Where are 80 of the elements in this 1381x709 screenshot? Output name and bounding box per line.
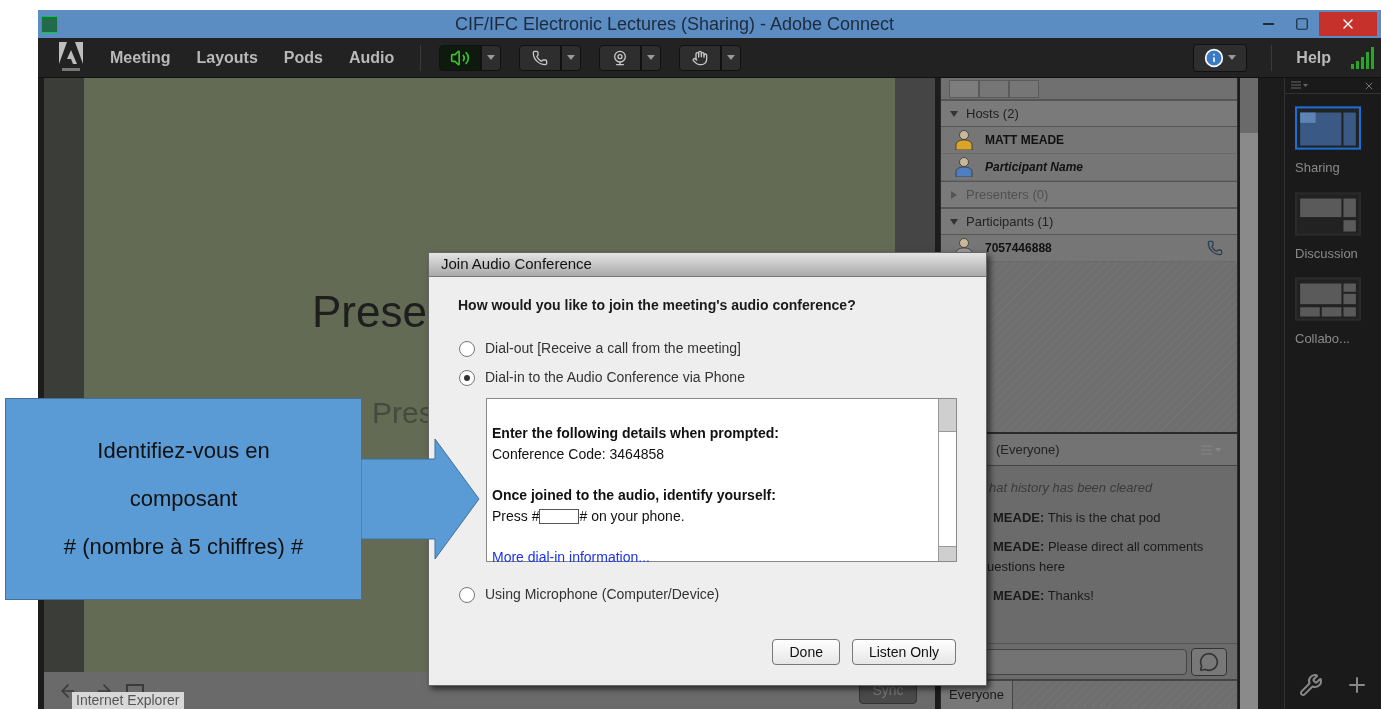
details-heading: Once joined to the audio, identify yourself: (492, 486, 777, 505)
scrollbar[interactable] (1240, 78, 1258, 709)
caret-icon (727, 55, 736, 60)
chat-message: MEADE: Please direct all comments (992, 538, 1205, 556)
callout-text: composant (129, 485, 238, 513)
info-button[interactable] (1193, 43, 1248, 72)
chat-input[interactable] (985, 648, 1187, 675)
dialog-button[interactable]: Listen Only (851, 639, 956, 665)
caret-icon (567, 55, 576, 60)
dialog-button[interactable]: Done (772, 639, 840, 665)
layout-label[interactable]: Collabo... (1295, 329, 1381, 349)
dropdown-button[interactable] (721, 44, 742, 71)
signal-icon (1351, 46, 1375, 69)
layout-thumbnail[interactable] (1295, 191, 1361, 236)
group-header[interactable]: Participants (1) (941, 208, 1237, 235)
collapsed-triangle-icon (950, 190, 958, 199)
menu-item[interactable]: Audio (348, 45, 395, 70)
chat-message: MEADE: This is the chat pod (992, 508, 1162, 527)
layout-label[interactable]: Discussion (1295, 243, 1381, 263)
scrollbar[interactable] (938, 399, 956, 561)
minimize-icon (1262, 23, 1274, 25)
chat-title: (Everyone) (996, 440, 1061, 459)
dropdown-button[interactable] (561, 44, 582, 71)
radio-option[interactable]: Dial-out [Receive a call from the meeting] (459, 338, 986, 359)
app-icon (41, 15, 58, 33)
press-instruction: # on your phone. (579, 507, 685, 526)
maximize-icon (1295, 17, 1309, 31)
person-icon (955, 130, 973, 150)
conference-code: Conference Code: 3464858 (492, 445, 666, 464)
dropdown-button[interactable] (641, 44, 662, 71)
help-link[interactable]: Help (1296, 45, 1331, 70)
tooltip: Internet Explorer (72, 692, 184, 709)
expanded-triangle-icon (950, 217, 958, 226)
menu-item[interactable]: Meeting (110, 45, 171, 70)
attendee-row[interactable]: Participant Name (941, 154, 1237, 181)
dropdown-button[interactable] (481, 44, 502, 71)
toolbar-button[interactable] (519, 44, 562, 71)
phone-icon (532, 49, 549, 66)
attendee-row[interactable]: MATT MEADE (941, 127, 1237, 154)
close-button[interactable] (1319, 12, 1377, 36)
speech-bubble-icon (1199, 651, 1219, 672)
toolbar-button[interactable] (599, 44, 642, 71)
layout-thumbnail[interactable] (1295, 277, 1361, 321)
raised-hand-icon (692, 49, 709, 66)
layout-thumbnail[interactable] (1295, 106, 1361, 150)
tools-icon[interactable] (1299, 673, 1323, 697)
callout-text: Identifiez-vous en (97, 437, 270, 465)
details-heading: Enter the following details when prompted: (492, 424, 780, 443)
menu-icon[interactable] (1291, 81, 1309, 90)
radio-option[interactable]: Dial-in to the Audio Conference via Phone (459, 367, 986, 388)
person-icon (955, 157, 973, 177)
send-button[interactable] (1191, 647, 1227, 676)
webcam-icon (612, 49, 629, 66)
radio-button[interactable] (459, 369, 475, 386)
expanded-triangle-icon (950, 109, 958, 118)
dialog-question: How would you like to join the meeting's audio conference? (458, 296, 857, 315)
toolbar-button[interactable] (679, 44, 722, 71)
caret-icon (647, 55, 656, 60)
menu-item[interactable]: Layouts (196, 45, 258, 70)
speaker-icon (450, 47, 471, 68)
caret-icon (487, 55, 496, 60)
radio-button[interactable] (459, 586, 475, 603)
adobe-logo (58, 41, 84, 74)
window-title: CIF/IFC Electronic Lectures (Sharing) - Adobe Connect (453, 12, 896, 36)
caret-icon (1228, 55, 1237, 60)
more-info-link[interactable]: More dial-in information... (492, 547, 650, 568)
toolbar-button[interactable] (439, 44, 482, 71)
callout-text: # (nombre à 5 chiffres) # (63, 533, 304, 561)
slide-title: Prese (312, 290, 427, 334)
dialog-title: Join Audio Conference (441, 254, 592, 275)
attendee-row[interactable]: 7057446888 (941, 235, 1237, 262)
chat-message: uestions here (986, 557, 1067, 576)
chat-message: MEADE: Thanks! (992, 587, 1095, 605)
radio-option[interactable]: Using Microphone (Computer/Device) (459, 584, 986, 605)
radio-button[interactable] (459, 340, 475, 357)
layout-label[interactable]: Sharing (1295, 158, 1381, 178)
menu-item[interactable]: Pods (283, 45, 323, 70)
press-instruction: Press # (492, 507, 540, 526)
group-header[interactable]: Hosts (2) (941, 100, 1237, 127)
info-icon (1204, 47, 1225, 68)
